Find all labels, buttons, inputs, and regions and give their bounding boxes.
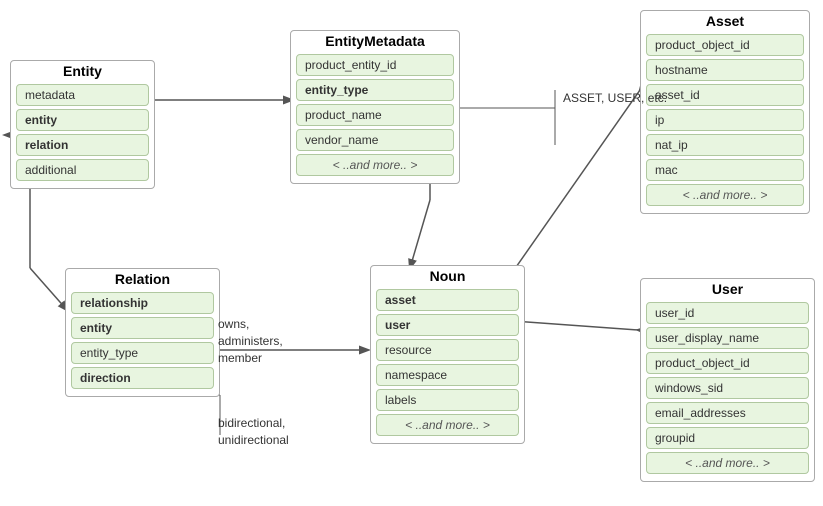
noun-row-more: < ..and more.. > [376,414,519,436]
relation-row-relationship: relationship [71,292,214,314]
user-row-email: email_addresses [646,402,809,424]
noun-row-namespace: namespace [376,364,519,386]
user-row-windows-sid: windows_sid [646,377,809,399]
entity-row-entity: entity [16,109,149,131]
entity-row-additional: additional [16,159,149,181]
entity-metadata-title: EntityMetadata [291,31,459,51]
relation-row-entity: entity [71,317,214,339]
asset-row-mac: mac [646,159,804,181]
entity-row-metadata: metadata [16,84,149,106]
user-row-product-object-id: product_object_id [646,352,809,374]
asset-row-nat-ip: nat_ip [646,134,804,156]
annotation-entity-type: ASSET, USER, etc. [563,90,667,107]
user-title: User [641,279,814,299]
diagram: Entity metadata entity relation addition… [0,0,823,506]
asset-row-ip: ip [646,109,804,131]
noun-row-asset: asset [376,289,519,311]
asset-box: Asset product_object_id hostname asset_i… [640,10,810,214]
relation-title: Relation [66,269,219,289]
user-row-display-name: user_display_name [646,327,809,349]
user-row-user-id: user_id [646,302,809,324]
annotation-bidirectional: bidirectional,unidirectional [218,415,289,449]
relation-box: Relation relationship entity entity_type… [65,268,220,397]
noun-title: Noun [371,266,524,286]
entity-metadata-box: EntityMetadata product_entity_id entity_… [290,30,460,184]
relation-row-entity-type: entity_type [71,342,214,364]
em-row-entity-type: entity_type [296,79,454,101]
noun-row-user: user [376,314,519,336]
em-row-product-entity-id: product_entity_id [296,54,454,76]
em-row-vendor-name: vendor_name [296,129,454,151]
noun-box: Noun asset user resource namespace label… [370,265,525,444]
asset-title: Asset [641,11,809,31]
asset-row-product-object-id: product_object_id [646,34,804,56]
annotation-owns: owns,administers,member [218,316,283,366]
entity-box: Entity metadata entity relation addition… [10,60,155,189]
asset-row-asset-id: asset_id [646,84,804,106]
em-row-more: < ..and more.. > [296,154,454,176]
relation-row-direction: direction [71,367,214,389]
entity-title: Entity [11,61,154,81]
user-box: User user_id user_display_name product_o… [640,278,815,482]
asset-row-hostname: hostname [646,59,804,81]
noun-row-resource: resource [376,339,519,361]
entity-row-relation: relation [16,134,149,156]
user-row-groupid: groupid [646,427,809,449]
user-row-more: < ..and more.. > [646,452,809,474]
noun-row-labels: labels [376,389,519,411]
asset-row-more: < ..and more.. > [646,184,804,206]
em-row-product-name: product_name [296,104,454,126]
